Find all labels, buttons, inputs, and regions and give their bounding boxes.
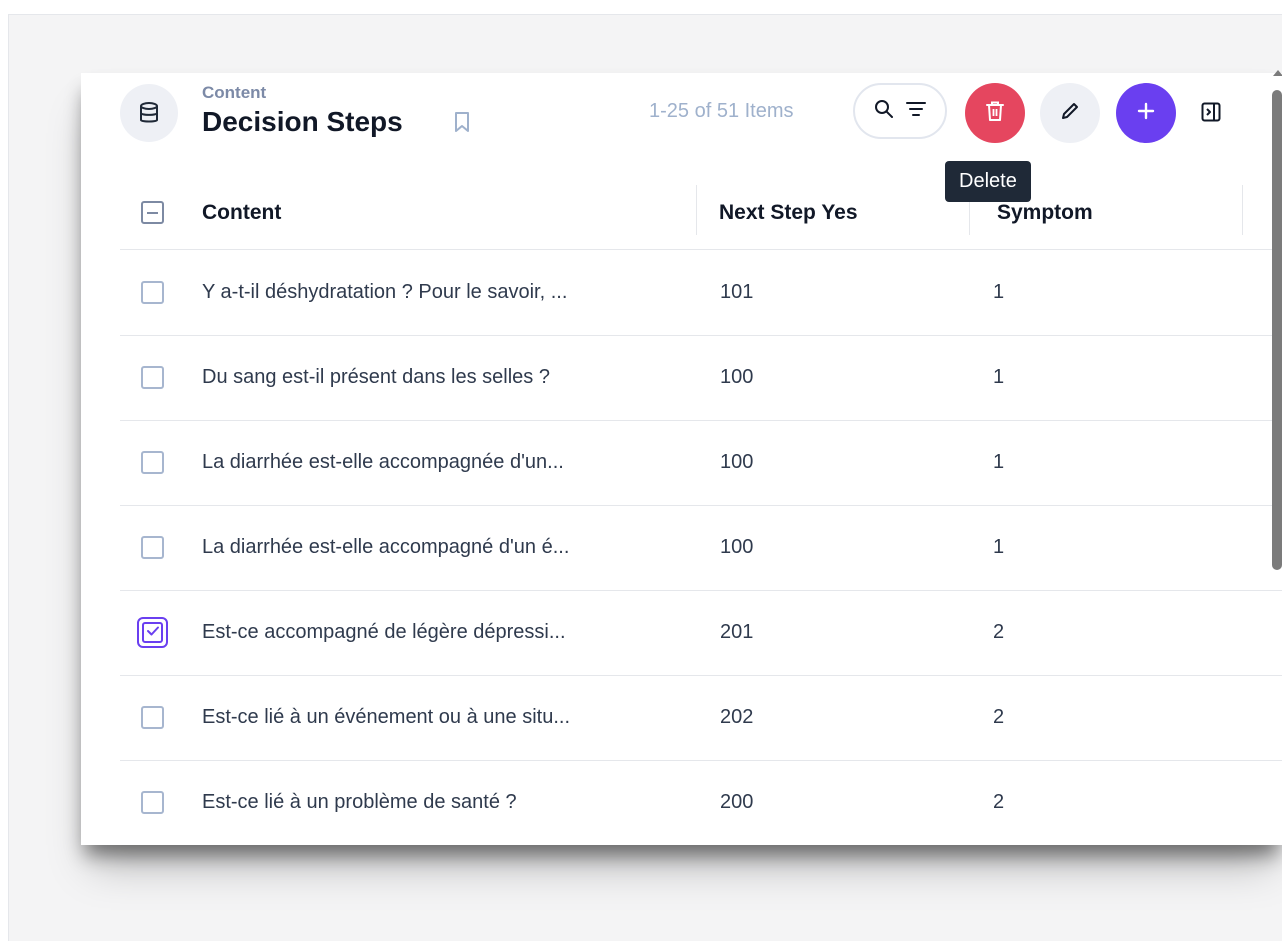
pencil-icon xyxy=(1059,100,1081,127)
decision-steps-card: Content Decision Steps 1-25 of 51 Items xyxy=(81,73,1282,845)
row-symptom: 1 xyxy=(993,451,1005,473)
scroll-up-arrow[interactable] xyxy=(1273,70,1282,76)
row-next-step-yes: 100 xyxy=(720,366,754,388)
row-content: Est-ce lié à un événement ou à une situ.… xyxy=(202,706,570,728)
panel-toggle-icon[interactable] xyxy=(1200,101,1222,128)
column-header-next-step-yes[interactable]: Next Step Yes xyxy=(719,177,858,249)
row-content: Du sang est-il présent dans les selles ? xyxy=(202,366,550,388)
row-checkbox-checked[interactable] xyxy=(137,617,168,648)
row-next-step-yes: 201 xyxy=(720,621,754,643)
row-content: Est-ce accompagné de légère dépressi... xyxy=(202,621,566,643)
page-subtitle: Content xyxy=(202,83,267,102)
table-row[interactable]: Du sang est-il présent dans les selles ?… xyxy=(120,335,1282,421)
row-checkbox[interactable] xyxy=(141,791,164,814)
table-row[interactable]: La diarrhée est-elle accompagnée d'un...… xyxy=(120,420,1282,506)
row-checkbox[interactable] xyxy=(141,536,164,559)
table-row[interactable]: La diarrhée est-elle accompagné d'un é..… xyxy=(120,505,1282,591)
table-header: Content Next Step Yes Symptom xyxy=(120,177,1282,250)
table-row[interactable]: Est-ce lié à un problème de santé ? 200 … xyxy=(120,760,1282,845)
row-checkbox[interactable] xyxy=(141,451,164,474)
bookmark-icon[interactable] xyxy=(453,111,471,138)
row-checkbox[interactable] xyxy=(141,281,164,304)
row-symptom: 2 xyxy=(993,621,1005,643)
trash-icon xyxy=(985,100,1005,127)
delete-tooltip: Delete xyxy=(945,161,1031,202)
page-title: Decision Steps xyxy=(202,106,403,137)
row-symptom: 1 xyxy=(993,366,1005,388)
select-all-checkbox[interactable] xyxy=(141,201,164,224)
table-row[interactable]: Est-ce lié à un événement ou à une situ.… xyxy=(120,675,1282,761)
database-icon xyxy=(120,84,178,142)
row-next-step-yes: 100 xyxy=(720,536,754,558)
item-count: 1-25 of 51 Items xyxy=(649,100,794,122)
filter-icon[interactable] xyxy=(905,100,927,123)
row-symptom: 1 xyxy=(993,536,1005,558)
table-row-selected[interactable]: Est-ce accompagné de légère dépressi... … xyxy=(120,590,1282,676)
row-symptom: 2 xyxy=(993,706,1005,728)
row-next-step-yes: 101 xyxy=(720,281,754,303)
add-button[interactable] xyxy=(1116,83,1176,143)
delete-button[interactable] xyxy=(965,83,1025,143)
row-checkbox[interactable] xyxy=(141,366,164,389)
column-header-content[interactable]: Content xyxy=(202,177,281,249)
row-next-step-yes: 100 xyxy=(720,451,754,473)
row-content: Y a-t-il déshydratation ? Pour le savoir… xyxy=(202,281,568,303)
row-checkbox[interactable] xyxy=(141,706,164,729)
row-symptom: 1 xyxy=(993,281,1005,303)
row-content: Est-ce lié à un problème de santé ? xyxy=(202,791,517,813)
row-symptom: 2 xyxy=(993,791,1005,813)
row-content: La diarrhée est-elle accompagné d'un é..… xyxy=(202,536,570,558)
row-next-step-yes: 200 xyxy=(720,791,754,813)
plus-icon xyxy=(1136,101,1156,126)
vertical-scrollbar[interactable] xyxy=(1272,90,1282,570)
search-icon[interactable] xyxy=(873,98,895,125)
checkmark-icon xyxy=(146,624,160,642)
search-filter-button[interactable] xyxy=(853,83,947,139)
row-content: La diarrhée est-elle accompagnée d'un... xyxy=(202,451,564,473)
row-next-step-yes: 202 xyxy=(720,706,754,728)
edit-button[interactable] xyxy=(1040,83,1100,143)
table-row[interactable]: Y a-t-il déshydratation ? Pour le savoir… xyxy=(120,250,1282,336)
